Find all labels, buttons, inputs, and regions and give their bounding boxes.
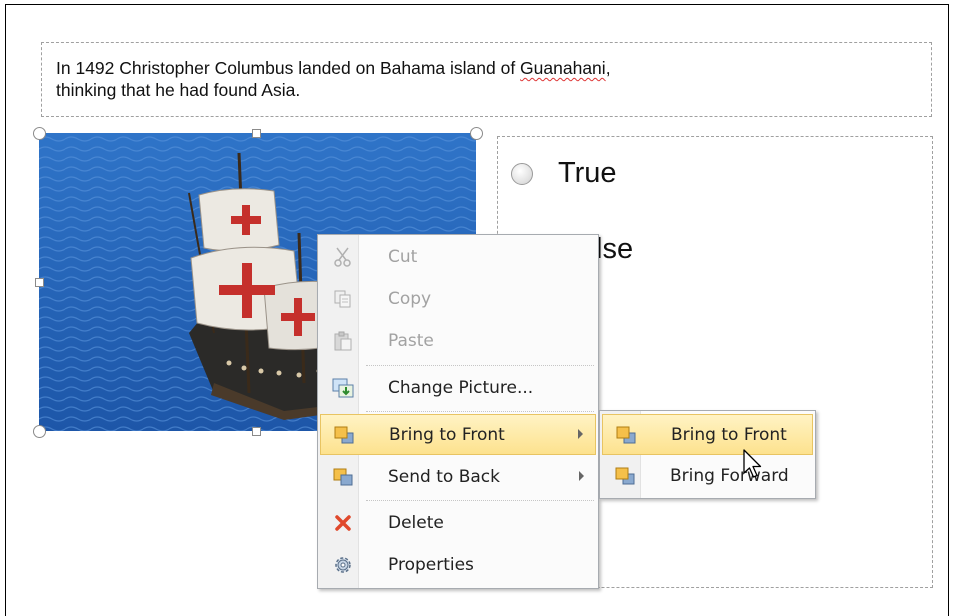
submenu-item-bring-forward[interactable]: Bring Forward xyxy=(602,456,813,497)
send-to-back-icon xyxy=(332,466,354,488)
mouse-cursor-icon xyxy=(743,449,762,478)
submenu-item-bring-to-front[interactable]: Bring to Front xyxy=(602,414,813,455)
menu-item-cut[interactable]: Cut xyxy=(320,237,596,278)
submenu-arrow-icon xyxy=(579,471,584,481)
resize-handle-top-right[interactable] xyxy=(470,127,483,140)
change-picture-icon xyxy=(332,377,354,399)
delete-icon xyxy=(332,512,354,534)
bring-forward-icon xyxy=(614,465,636,487)
bring-to-front-icon xyxy=(615,424,637,446)
menu-item-properties[interactable]: Properties xyxy=(320,545,596,586)
menu-item-copy[interactable]: Copy xyxy=(320,279,596,320)
resize-handle-bottom[interactable] xyxy=(252,427,261,436)
radio-true[interactable] xyxy=(511,163,533,185)
resize-handle-top-left[interactable] xyxy=(33,127,46,140)
question-text-2: thinking that he had found Asia. xyxy=(56,80,301,100)
question-comma: , xyxy=(605,58,611,78)
gear-icon xyxy=(332,554,354,576)
submenu-arrow-icon xyxy=(578,429,583,439)
menu-separator xyxy=(366,500,594,501)
menu-item-send-to-back[interactable]: Send to Back xyxy=(320,457,596,498)
copy-icon xyxy=(332,288,354,310)
question-text-1: In 1492 Christopher Columbus landed on B… xyxy=(56,58,521,78)
resize-handle-bottom-left[interactable] xyxy=(33,425,46,438)
menu-item-bring-to-front-label: Bring to Front xyxy=(389,425,505,445)
misspelled-word: Guanahani xyxy=(520,58,606,78)
menu-item-delete[interactable]: Delete xyxy=(320,503,596,544)
menu-item-copy-label: Copy xyxy=(388,289,432,309)
resize-handle-left[interactable] xyxy=(35,278,44,287)
menu-separator xyxy=(366,411,594,412)
question-textbox[interactable]: In 1492 Christopher Columbus landed on B… xyxy=(41,42,932,117)
bring-to-front-submenu: Bring to Front Bring Forward xyxy=(599,410,816,499)
menu-item-paste-label: Paste xyxy=(388,331,434,351)
submenu-item-bring-to-front-label: Bring to Front xyxy=(671,425,787,445)
menu-item-send-to-back-label: Send to Back xyxy=(388,467,500,487)
menu-item-change-picture-label: Change Picture... xyxy=(388,378,534,398)
bring-to-front-icon xyxy=(333,424,355,446)
menu-item-delete-label: Delete xyxy=(388,513,444,533)
paste-icon xyxy=(332,330,354,352)
menu-item-cut-label: Cut xyxy=(388,247,418,267)
menu-item-change-picture[interactable]: Change Picture... xyxy=(320,368,596,409)
menu-separator xyxy=(366,365,594,366)
answer-false-label: lse xyxy=(596,233,634,265)
answer-true-label: True xyxy=(558,157,617,189)
context-menu: Cut Copy Paste Change Picture... Bring t… xyxy=(317,234,599,589)
resize-handle-top[interactable] xyxy=(252,129,261,138)
menu-item-bring-to-front[interactable]: Bring to Front xyxy=(320,414,596,455)
submenu-item-bring-forward-label: Bring Forward xyxy=(670,466,789,486)
menu-item-properties-label: Properties xyxy=(388,555,474,575)
menu-item-paste[interactable]: Paste xyxy=(320,321,596,362)
scissors-icon xyxy=(332,246,354,268)
